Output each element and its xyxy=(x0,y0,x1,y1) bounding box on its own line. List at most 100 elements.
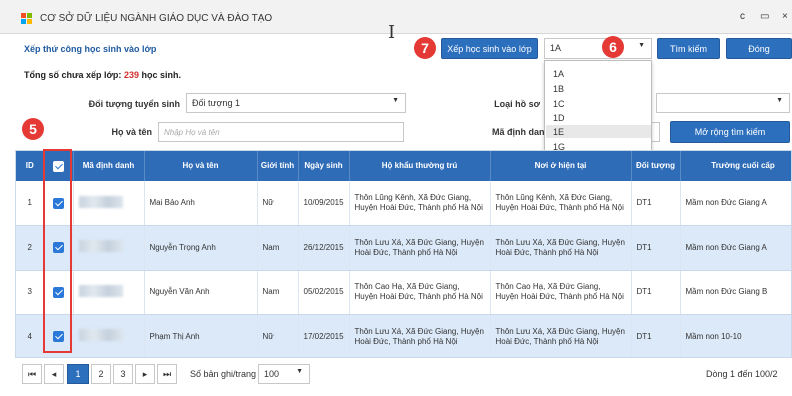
table-row[interactable]: 3 Nguyễn Văn Anh Nam 05/02/2015 Thôn Cao… xyxy=(16,270,791,315)
text-cursor-icon: I xyxy=(388,22,396,43)
next-page-button[interactable]: ▸ xyxy=(135,364,155,384)
cell-target: DT1 xyxy=(631,270,681,315)
cell-name: Phạm Thị Anh xyxy=(144,314,258,357)
chevron-down-icon: ▼ xyxy=(296,368,303,375)
cell-last-school: Mầm non Đức Giang A xyxy=(680,225,791,271)
chevron-down-icon: ▼ xyxy=(638,42,645,49)
cell-dob: 26/12/2015 xyxy=(298,225,350,271)
redacted-code xyxy=(78,329,123,342)
cell-id: 4 xyxy=(16,314,45,357)
expand-search-button[interactable]: Mở rộng tìm kiếm xyxy=(670,121,790,143)
cell-last-school: Mầm non Đức Giang B xyxy=(680,270,791,315)
class-select-value: 1A xyxy=(550,43,562,53)
page-3-button[interactable]: 3 xyxy=(113,364,133,384)
cell-target: DT1 xyxy=(631,314,681,357)
cell-current-address: Thôn Cao Hạ, Xã Đức Giang, Huyện Hoài Đứ… xyxy=(490,270,632,315)
cell-id: 2 xyxy=(16,225,45,271)
breadcrumb[interactable]: Xếp thứ công học sinh vào lớp xyxy=(24,44,156,54)
col-header-permanent-address[interactable]: Hộ khẩu thường trú xyxy=(349,151,491,181)
target-select-value: Đối tượng 1 xyxy=(192,98,240,108)
cell-dob: 05/02/2015 xyxy=(298,270,350,315)
cell-current-address: Thôn Lưu Xá, Xã Đức Giang, Huyện Hoài Đứ… xyxy=(490,314,632,357)
cell-gender: Nam xyxy=(257,270,299,315)
col-header-current-address[interactable]: Nơi ở hiện tại xyxy=(490,151,632,181)
name-input[interactable]: Nhập Họ và tên xyxy=(158,122,404,142)
refresh-icon[interactable]: c xyxy=(740,11,745,22)
pagination-info: Dòng 1 đến 100/2 xyxy=(706,369,778,379)
redacted-code xyxy=(78,240,123,253)
cell-id: 1 xyxy=(16,181,45,226)
close-icon[interactable]: × xyxy=(782,11,788,22)
id-label: Mã định danh xyxy=(492,127,550,137)
annotation-marker-5: 5 xyxy=(22,118,44,140)
annotation-marker-7: 7 xyxy=(414,37,436,59)
cell-name: Nguyễn Văn Anh xyxy=(144,270,258,315)
cell-code xyxy=(73,314,145,357)
cell-code xyxy=(73,181,145,226)
cell-target: DT1 xyxy=(631,225,681,271)
cell-code xyxy=(73,270,145,315)
class-option[interactable]: 1D xyxy=(553,113,565,123)
class-option[interactable]: 1A xyxy=(553,69,564,79)
redacted-code xyxy=(78,284,123,297)
cell-permanent-address: Thôn Lưu Xá, Xã Đức Giang, Huyện Hoài Đứ… xyxy=(349,225,491,271)
cell-gender: Nữ xyxy=(257,181,299,226)
col-header-code[interactable]: Mã định danh xyxy=(73,151,145,181)
cell-code xyxy=(73,225,145,271)
per-page-select[interactable]: 100 ▼ xyxy=(258,364,310,384)
maximize-icon[interactable]: ▭ xyxy=(760,11,769,22)
cell-name: Mai Bảo Anh xyxy=(144,181,258,226)
class-dropdown-list[interactable]: 1A 1B 1C 1D 1E 1G xyxy=(544,60,652,156)
cell-dob: 17/02/2015 xyxy=(298,314,350,357)
class-select[interactable]: 1A ▼ xyxy=(544,38,652,59)
class-option-selected[interactable]: 1E xyxy=(553,127,564,137)
chevron-down-icon: ▼ xyxy=(392,97,399,104)
table-row[interactable]: 2 Nguyễn Trọng Anh Nam 26/12/2015 Thôn L… xyxy=(16,225,791,271)
cell-current-address: Thôn Lưu Xá, Xã Đức Giang, Huyện Hoài Đứ… xyxy=(490,225,632,271)
page-1-button[interactable]: 1 xyxy=(67,364,89,384)
unassigned-count: 239 xyxy=(123,70,139,80)
col-header-target[interactable]: Đối tượng xyxy=(631,151,681,181)
cell-permanent-address: Thôn Lưu Xá, Xã Đức Giang, Huyện Hoài Đứ… xyxy=(349,314,491,357)
cell-permanent-address: Thôn Lũng Kênh, Xã Đức Giang, Huyện Hoài… xyxy=(349,181,491,226)
class-option[interactable]: 1C xyxy=(553,99,565,109)
target-label: Đối tượng tuyển sinh xyxy=(88,99,180,109)
table-row[interactable]: 1 Mai Bảo Anh Nữ 10/09/2015 Thôn Lũng Kê… xyxy=(16,181,791,226)
col-header-last-school[interactable]: Trường cuối cấp xyxy=(680,151,791,181)
per-page-label: Số bản ghi/trang xyxy=(190,369,257,379)
record-type-select[interactable]: ▼ xyxy=(656,93,790,113)
table-row[interactable]: 4 Phạm Thị Anh Nữ 17/02/2015 Thôn Lưu Xá… xyxy=(16,314,791,357)
app-logo-icon xyxy=(21,13,33,25)
annotation-marker-6: 6 xyxy=(602,36,624,58)
cell-gender: Nam xyxy=(257,225,299,271)
cell-last-school: Mầm non Đức Giang A xyxy=(680,181,791,226)
close-button[interactable]: Đóng xyxy=(726,38,792,59)
checkbox-column-highlight xyxy=(43,149,72,353)
page-2-button[interactable]: 2 xyxy=(91,364,111,384)
col-header-id[interactable]: ID xyxy=(16,151,45,181)
last-page-button[interactable]: ⏭ xyxy=(157,364,177,384)
table-header-row: ID Mã định danh Họ và tên Giới tính Ngày… xyxy=(16,151,791,181)
col-header-dob[interactable]: Ngày sinh xyxy=(298,151,350,181)
col-header-name[interactable]: Họ và tên xyxy=(144,151,258,181)
cell-id: 3 xyxy=(16,270,45,315)
student-table: ID Mã định danh Họ và tên Giới tính Ngày… xyxy=(15,150,792,358)
cell-gender: Nữ xyxy=(257,314,299,357)
col-header-gender[interactable]: Giới tính xyxy=(257,151,299,181)
search-button[interactable]: Tìm kiếm xyxy=(657,38,720,59)
cell-target: DT1 xyxy=(631,181,681,226)
prev-page-button[interactable]: ◂ xyxy=(44,364,64,384)
record-type-label: Loại hồ sơ xyxy=(494,99,540,109)
cell-permanent-address: Thôn Cao Hạ, Xã Đức Giang, Huyện Hoài Đứ… xyxy=(349,270,491,315)
name-label: Họ và tên xyxy=(111,127,152,137)
assign-class-button[interactable]: Xếp học sinh vào lớp xyxy=(441,38,538,59)
cell-last-school: Mầm non 10-10 xyxy=(680,314,791,357)
class-option[interactable]: 1B xyxy=(553,84,564,94)
cell-name: Nguyễn Trọng Anh xyxy=(144,225,258,271)
first-page-button[interactable]: ⏮ xyxy=(22,364,42,384)
target-select[interactable]: Đối tượng 1 ▼ xyxy=(186,93,406,113)
window-title: CƠ SỞ DỮ LIỆU NGÀNH GIÁO DỤC VÀ ĐÀO TẠO xyxy=(40,13,273,24)
per-page-value: 100 xyxy=(264,369,280,379)
cell-current-address: Thôn Lũng Kênh, Xã Đức Giang, Huyện Hoài… xyxy=(490,181,632,226)
redacted-code xyxy=(78,195,123,208)
